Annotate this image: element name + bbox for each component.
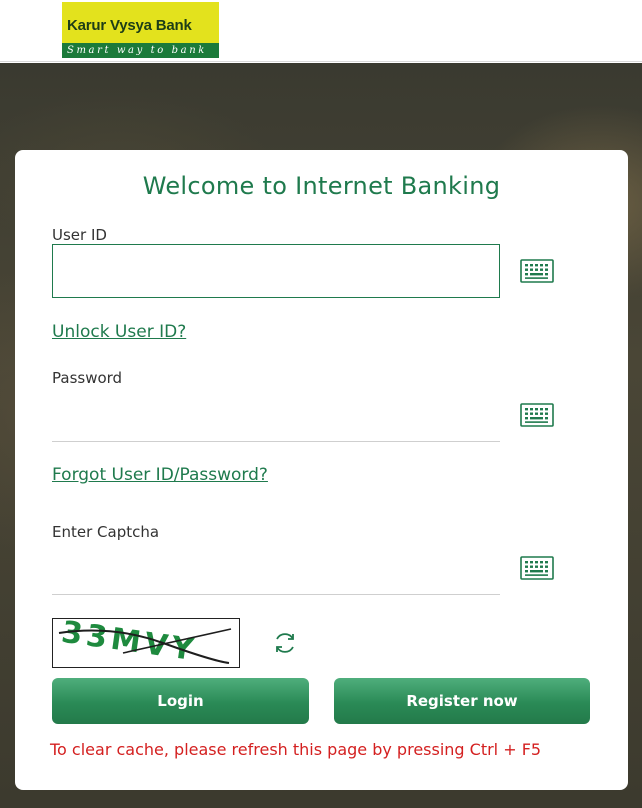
userid-input[interactable] <box>52 244 500 298</box>
page-title: Welcome to Internet Banking <box>142 172 501 200</box>
captcha-keyboard-icon[interactable] <box>520 556 554 580</box>
unlock-userid-link[interactable]: Unlock User ID? <box>52 322 186 342</box>
login-card: Welcome to Internet Banking User ID Unlo… <box>15 150 628 790</box>
userid-label: User ID <box>52 226 107 244</box>
password-input[interactable] <box>52 408 500 442</box>
captcha-label: Enter Captcha <box>52 523 160 541</box>
cache-refresh-note: To clear cache, please refresh this page… <box>50 740 542 759</box>
register-button[interactable]: Register now <box>334 678 590 724</box>
logo-tagline-band: Smart way to bank <box>62 43 219 58</box>
refresh-captcha-icon[interactable] <box>272 630 298 656</box>
bank-name: Karur Vysya Bank <box>67 17 192 34</box>
captcha-input[interactable] <box>52 561 500 595</box>
login-button[interactable]: Login <box>52 678 309 724</box>
captcha-image: 33MVY <box>52 615 240 668</box>
bank-logo[interactable]: Karur Vysya Bank Smart way to bank <box>62 2 219 58</box>
forgot-credentials-link[interactable]: Forgot User ID/Password? <box>52 465 268 485</box>
userid-keyboard-icon[interactable] <box>520 259 554 283</box>
password-keyboard-icon[interactable] <box>520 403 554 427</box>
password-label: Password <box>52 369 123 387</box>
captcha-text: 33MVY <box>59 619 199 667</box>
top-header: Karur Vysya Bank Smart way to bank <box>0 0 642 62</box>
bank-tagline: Smart way to bank <box>67 45 207 56</box>
